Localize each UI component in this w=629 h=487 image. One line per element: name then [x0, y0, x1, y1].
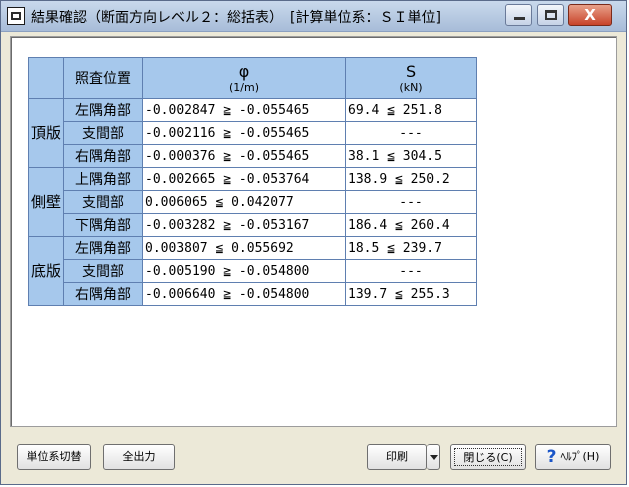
- table-row: 支間部 -0.005190 ≧ -0.054800 ---: [29, 259, 478, 283]
- print-dropdown-button[interactable]: [427, 444, 440, 470]
- group-label: 側壁: [27, 167, 65, 237]
- chevron-down-icon: [430, 455, 438, 460]
- close-button[interactable]: 閉じる(C): [450, 444, 526, 470]
- group-label: 底版: [27, 236, 65, 306]
- row-location: 上隅角部: [63, 167, 144, 191]
- minimize-button[interactable]: [505, 4, 532, 26]
- table-row: 右隅角部 -0.000376 ≧ -0.055465 38.1 ≦ 304.5: [29, 144, 478, 168]
- maximize-button[interactable]: [537, 4, 564, 26]
- result-window: 結果確認（断面方向レベル２：総括表） [計算単位系：ＳＩ単位] X 照査位置 φ…: [0, 0, 627, 485]
- phi-cell: -0.002847 ≧ -0.055465: [142, 98, 347, 122]
- minimize-icon: [514, 17, 525, 20]
- s-cell: 38.1 ≦ 304.5: [345, 144, 478, 168]
- table-row: 支間部 0.006065 ≦ 0.042077 ---: [29, 190, 478, 214]
- output-all-button[interactable]: 全出力: [103, 444, 175, 470]
- table-row: 底版 左隅角部 0.003807 ≦ 0.055692 18.5 ≦ 239.7: [27, 236, 478, 306]
- table-header-row: 照査位置 φ (1/m) S (kN): [27, 57, 478, 99]
- unit-switch-button[interactable]: 単位系切替: [17, 444, 91, 470]
- row-location: 支間部: [63, 190, 144, 214]
- table-row: 下隅角部 -0.003282 ≧ -0.053167 186.4 ≦ 260.4: [29, 213, 478, 237]
- help-button-label: ﾍﾙﾌﾟ(H): [560, 450, 600, 463]
- window-title: 結果確認（断面方向レベル２：総括表） [計算単位系：ＳＩ単位]: [31, 10, 441, 26]
- phi-cell: -0.002116 ≧ -0.055465: [142, 121, 347, 145]
- phi-unit: (1/m): [229, 81, 260, 94]
- s-cell: 138.9 ≦ 250.2: [345, 167, 478, 191]
- table-row: 頂版 左隅角部 -0.002847 ≧ -0.055465 69.4 ≦ 251…: [27, 98, 478, 168]
- phi-cell: -0.002665 ≧ -0.053764: [142, 167, 347, 191]
- close-window-button[interactable]: X: [568, 4, 612, 26]
- table-row: 支間部 -0.002116 ≧ -0.055465 ---: [29, 121, 478, 145]
- close-button-label: 閉じる(C): [454, 448, 522, 466]
- s-unit: (kN): [399, 81, 423, 94]
- s-cell: 18.5 ≦ 239.7: [345, 236, 478, 260]
- row-location: 右隅角部: [63, 282, 144, 306]
- row-location: 支間部: [63, 121, 144, 145]
- s-cell: ---: [345, 190, 478, 214]
- header-phi: φ (1/m): [142, 57, 347, 99]
- header-s: S (kN): [345, 57, 478, 99]
- table-row: 側壁 上隅角部 -0.002665 ≧ -0.053764 138.9 ≦ 25…: [27, 167, 478, 237]
- phi-cell: 0.006065 ≦ 0.042077: [142, 190, 347, 214]
- header-corner: [27, 57, 65, 99]
- app-icon: [7, 7, 25, 25]
- row-location: 下隅角部: [63, 213, 144, 237]
- phi-cell: -0.005190 ≧ -0.054800: [142, 259, 347, 283]
- result-panel: 照査位置 φ (1/m) S (kN) 頂版 左隅角部 -0.002847 ≧ …: [10, 36, 617, 427]
- table-row: 右隅角部 -0.006640 ≧ -0.054800 139.7 ≦ 255.3: [29, 282, 478, 306]
- header-position: 照査位置: [63, 57, 144, 99]
- phi-cell: 0.003807 ≦ 0.055692: [142, 236, 347, 260]
- close-icon: X: [584, 6, 596, 24]
- group-label: 頂版: [27, 98, 65, 168]
- s-cell: ---: [345, 259, 478, 283]
- s-cell: 139.7 ≦ 255.3: [345, 282, 478, 306]
- help-button[interactable]: ? ﾍﾙﾌﾟ(H): [535, 444, 611, 470]
- phi-symbol: φ: [238, 62, 250, 81]
- summary-table: 照査位置 φ (1/m) S (kN) 頂版 左隅角部 -0.002847 ≧ …: [27, 57, 478, 306]
- help-icon: ?: [546, 447, 557, 467]
- title-bar: 結果確認（断面方向レベル２：総括表） [計算単位系：ＳＩ単位] X: [1, 1, 626, 32]
- row-location: 支間部: [63, 259, 144, 283]
- row-location: 左隅角部: [63, 236, 144, 260]
- phi-cell: -0.006640 ≧ -0.054800: [142, 282, 347, 306]
- print-button[interactable]: 印刷: [367, 444, 427, 470]
- row-location: 右隅角部: [63, 144, 144, 168]
- phi-cell: -0.000376 ≧ -0.055465: [142, 144, 347, 168]
- maximize-icon: [545, 10, 557, 20]
- phi-cell: -0.003282 ≧ -0.053167: [142, 213, 347, 237]
- row-location: 左隅角部: [63, 98, 144, 122]
- s-cell: 69.4 ≦ 251.8: [345, 98, 478, 122]
- s-cell: ---: [345, 121, 478, 145]
- s-symbol: S: [405, 62, 417, 81]
- s-cell: 186.4 ≦ 260.4: [345, 213, 478, 237]
